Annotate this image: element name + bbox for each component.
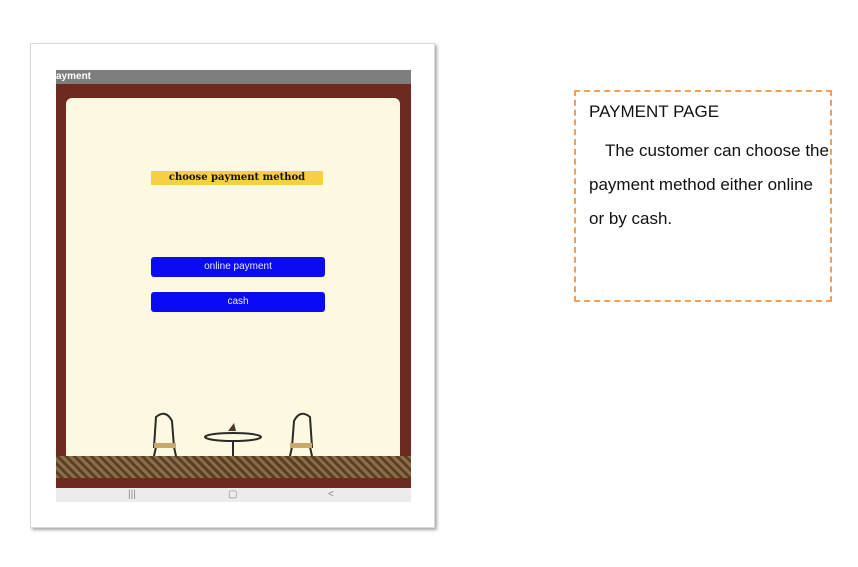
- note-body: The customer can choose the payment meth…: [589, 141, 829, 228]
- parchment-background: [66, 98, 400, 462]
- back-icon[interactable]: <: [328, 490, 334, 500]
- choose-payment-heading: choose payment method: [151, 171, 323, 185]
- home-icon[interactable]: ▢: [228, 490, 237, 500]
- decorative-frame: [56, 84, 411, 488]
- android-nav-bar: ||| ▢ <: [56, 488, 411, 502]
- checkered-floor: [56, 456, 411, 478]
- cash-button[interactable]: cash: [151, 292, 325, 312]
- app-title: ayment: [56, 71, 92, 82]
- app-screen: ayment choose payment method online paym…: [56, 70, 411, 502]
- annotation-note: PAYMENT PAGE The customer can choose the…: [574, 90, 832, 302]
- online-payment-button[interactable]: online payment: [151, 257, 325, 277]
- note-title: PAYMENT PAGE: [589, 102, 720, 121]
- phone-screenshot-card: ayment choose payment method online paym…: [30, 43, 435, 528]
- app-title-bar: ayment: [56, 70, 411, 84]
- recents-icon[interactable]: |||: [128, 490, 136, 500]
